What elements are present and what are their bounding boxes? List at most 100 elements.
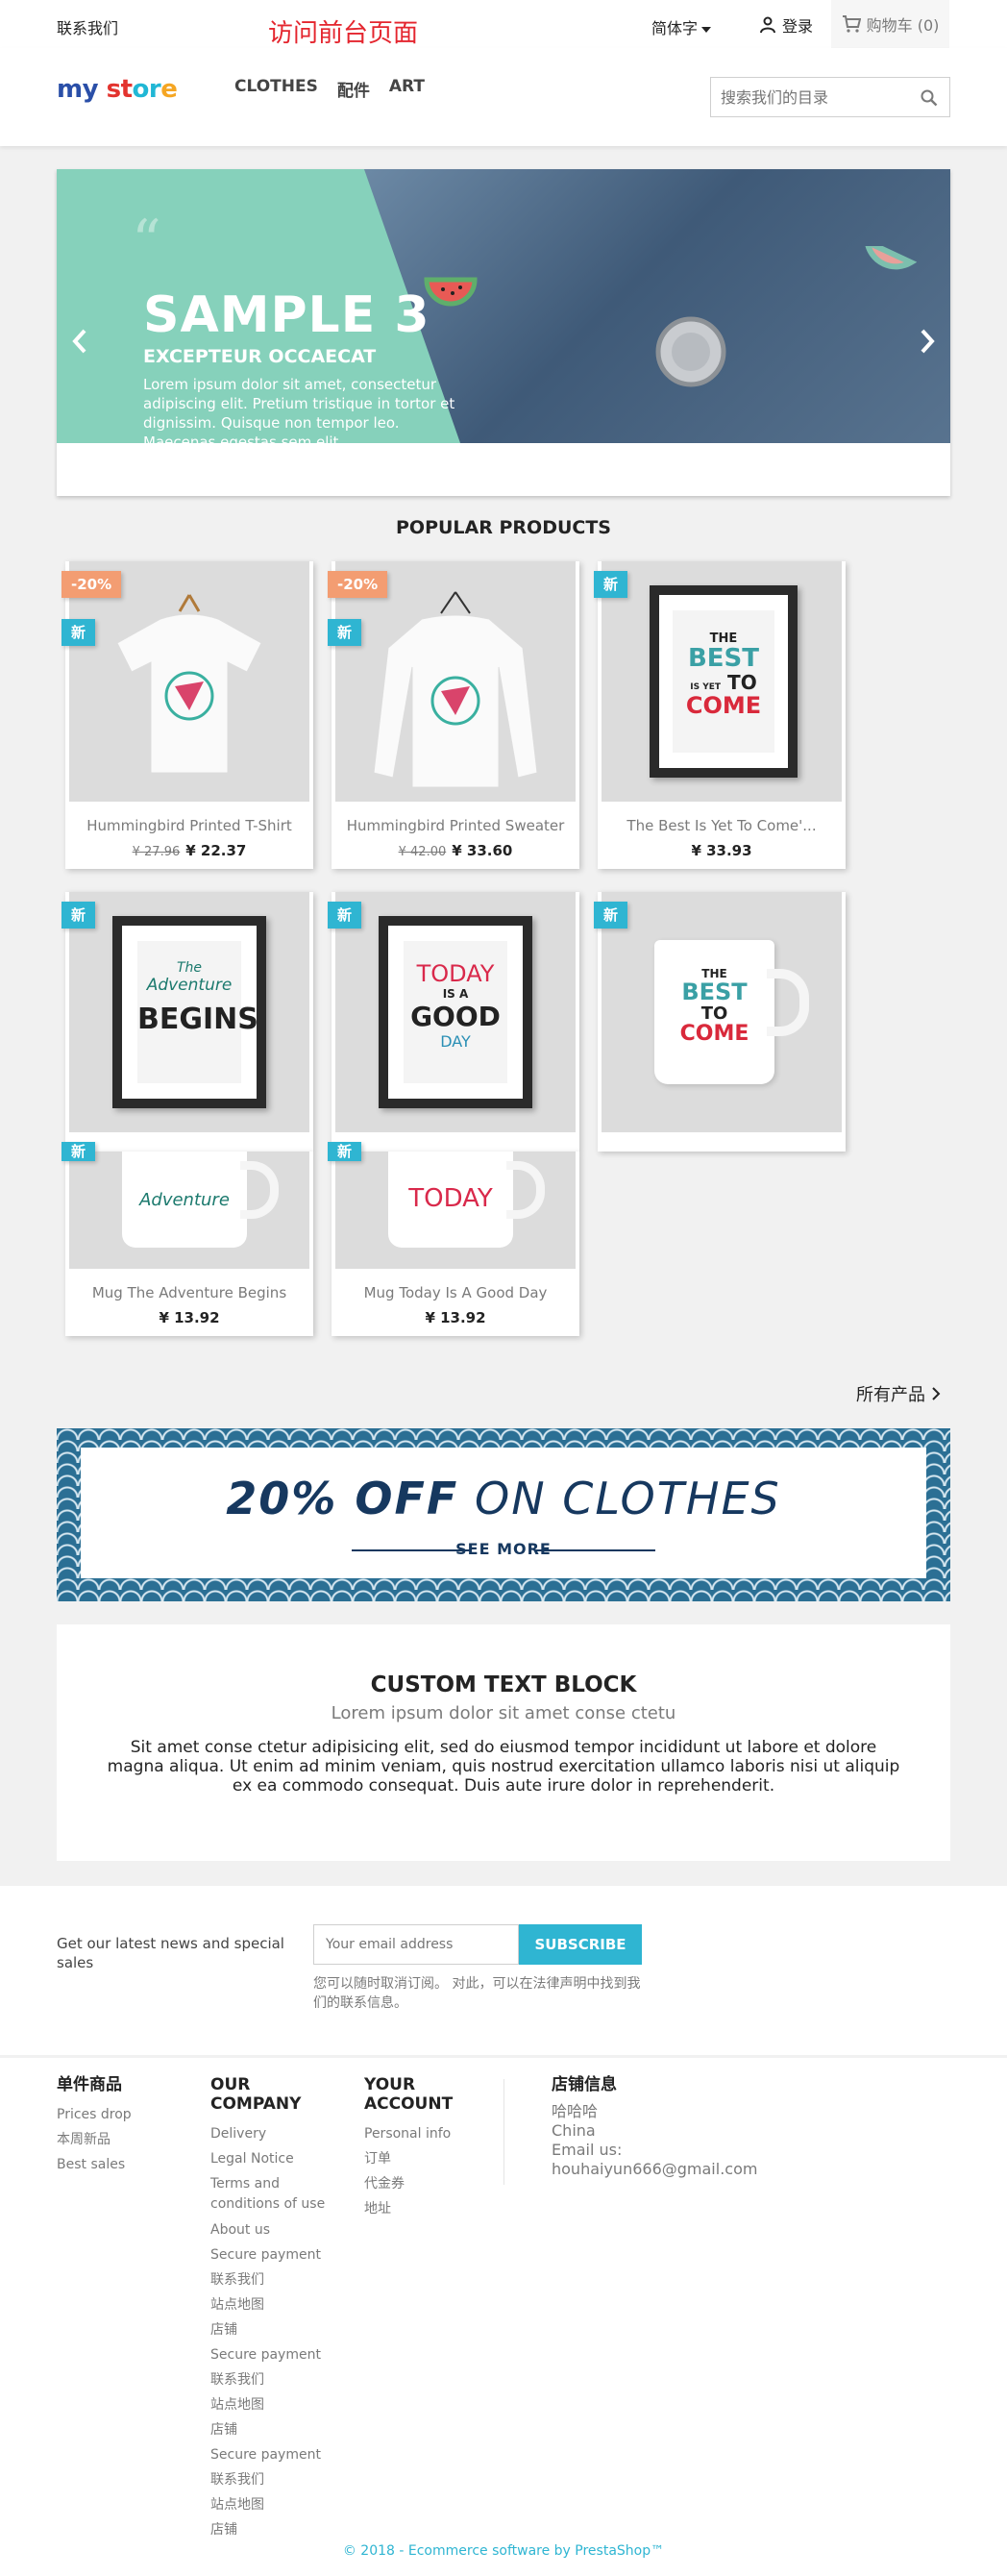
product-name[interactable]: Mug The Adventure Begins [65,1284,313,1301]
footer-link[interactable]: 站点地图 [210,2392,335,2417]
product-card[interactable]: THE BEST IS YET TO COME 新 The Best Is Ye… [594,561,846,869]
menu-item-accessories[interactable]: 配件 [337,77,370,101]
menu-item-clothes[interactable]: CLOTHES [234,77,318,101]
login-label: 登录 [782,17,814,36]
current-price: ¥ 33.93 [691,842,752,859]
newsletter: Get our latest news and special sales SU… [0,1886,1007,2055]
poster-line: TO [700,1003,728,1024]
newsletter-note: 您可以随时取消订阅。 对此，可以在法律声明中找到我们的联系信息。 [313,1976,641,2011]
overlay-title: 访问前台页面 [268,19,419,48]
login-link[interactable]: 登录 [759,13,813,37]
product-thumbnail[interactable]: THE BEST TO COME [602,892,842,1132]
email-field[interactable] [313,1924,519,1965]
product-name[interactable]: The Best Is Yet To Come'... [598,817,846,834]
footer-link[interactable]: Prices drop [57,2102,191,2127]
footer-link[interactable]: Secure payment [210,2442,335,2467]
store-logo[interactable]: my store [57,75,178,104]
product-name[interactable]: Mug Today Is A Good Day [332,1284,579,1301]
custom-block-title: CUSTOM TEXT BLOCK [370,1672,637,1697]
footer-link[interactable]: 联系我们 [210,2267,335,2292]
footer-column-title: OUR COMPANY [210,2075,302,2114]
product-thumbnail[interactable]: The Adventure BEGINS [69,892,309,1132]
new-badge: 新 [61,902,96,929]
product-price: ¥ 13.92 [65,1309,313,1326]
footer-link[interactable]: 订单 [364,2146,499,2171]
product-thumbnail[interactable]: Adventure [69,1152,309,1269]
product-card[interactable]: TODAY IS A GOOD DAY 新 [328,892,579,1152]
footer-link[interactable]: 店铺 [210,2517,335,2542]
contact-link[interactable]: 联系我们 [57,15,118,38]
chevron-right-icon [932,1387,941,1400]
poster-line: BEGINS [137,1003,258,1036]
footer-link[interactable]: Secure payment [210,2242,335,2267]
product-card[interactable]: -20% 新 Hummingbird Printed T-Shirt ¥ 27.… [61,561,313,869]
slide-title: SAMPLE 3 [143,286,430,344]
store-country: China [552,2121,596,2140]
mug-icon: Adventure [122,1152,247,1248]
footer-link[interactable]: 地址 [364,2196,499,2221]
footer-link[interactable]: Delivery [210,2121,335,2146]
footer-link[interactable]: 站点地图 [210,2492,335,2517]
logo-part-e: e [160,75,178,104]
subscribe-button[interactable]: SUBSCRIBE [519,1924,642,1965]
slide-subtitle: EXCEPTEUR OCCAECAT [143,346,377,367]
product-thumbnail[interactable]: THE BEST IS YET TO COME [602,561,842,802]
footer-link[interactable]: 联系我们 [210,2367,335,2392]
carousel-slide[interactable]: “ SAMPLE 3 EXCEPTEUR OCCAECAT Lorem ipsu… [57,169,950,443]
product-name[interactable]: Hummingbird Printed Sweater [332,817,579,834]
framed-poster-icon: The Adventure BEGINS [112,916,266,1108]
footer-link[interactable]: 店铺 [210,2317,335,2342]
language-selector[interactable]: 简体字 [651,15,712,38]
custom-text-block: CUSTOM TEXT BLOCK Lorem ipsum dolor sit … [57,1624,950,1861]
product-card[interactable]: Adventure 新 Mug The Adventure Begins ¥ 1… [61,1142,313,1336]
store-email-link[interactable]: houhaiyun666@gmail.com [552,2160,782,2179]
copyright-link[interactable]: © 2018 - Ecommerce software by PrestaSho… [0,2543,1007,2559]
product-card[interactable]: THE BEST TO COME 新 [594,892,846,1152]
footer-link[interactable]: 联系我们 [210,2467,335,2492]
new-badge: 新 [61,619,96,646]
poster-line: Adventure [146,976,233,995]
footer-link[interactable]: Best sales [57,2152,191,2177]
footer-link[interactable]: About us [210,2217,335,2242]
watermelon-pin-icon-2 [863,246,917,270]
discount-badge: -20% [61,571,122,598]
product-card[interactable]: TODAY 新 Mug Today Is A Good Day ¥ 13.92 [328,1142,579,1336]
product-name[interactable]: Hummingbird Printed T-Shirt [65,817,313,834]
carousel-prev-arrow-icon[interactable] [70,328,89,355]
current-price: ¥ 13.92 [425,1309,486,1326]
quote-mark-icon: “ [132,208,161,275]
product-card[interactable]: The Adventure BEGINS 新 [61,892,313,1152]
footer-link[interactable]: 代金券 [364,2171,499,2196]
store-name: 哈哈哈 [552,2102,599,2120]
product-thumbnail[interactable]: TODAY [335,1152,576,1269]
search-input[interactable] [711,78,903,116]
footer-link[interactable]: Personal info [364,2121,499,2146]
all-products-link[interactable]: 所有产品 [856,1381,941,1406]
product-thumbnail[interactable]: TODAY IS A GOOD DAY [335,892,576,1132]
see-more-label: SEE MORE [455,1540,552,1558]
footer-column-title: 店铺信息 [552,2075,617,2094]
cart-label: 购物车 (0) [866,16,940,35]
tshirt-icon [116,594,262,774]
footer-column-title: 单件商品 [57,2075,122,2094]
footer-link[interactable]: 店铺 [210,2417,335,2442]
menu-item-art[interactable]: ART [389,77,425,101]
footer-link[interactable]: Legal Notice [210,2146,335,2171]
footer-link[interactable]: 本周新品 [57,2127,191,2152]
footer: 单件商品 Prices drop 本周新品 Best sales OUR COM… [0,2055,1007,2576]
footer-link[interactable]: Terms and conditions of use [210,2171,335,2217]
search-icon[interactable] [921,89,938,107]
product-price: ¥ 27.96 ¥ 22.37 [65,842,313,859]
promo-banner[interactable]: 20% OFF ON CLOTHES SEE MORE [57,1428,950,1601]
poster-line: COME [685,692,762,719]
product-price: ¥ 42.00 ¥ 33.60 [332,842,579,859]
product-price: ¥ 13.92 [332,1309,579,1326]
poster-line: IS YET TO [690,671,757,694]
footer-link[interactable]: Secure payment [210,2342,335,2367]
mug-handle [506,1161,545,1219]
carousel-next-arrow-icon[interactable] [918,328,937,355]
poster-line: GOOD [410,1001,501,1032]
product-card[interactable]: -20% 新 Hummingbird Printed Sweater ¥ 42.… [328,561,579,869]
footer-link[interactable]: 站点地图 [210,2292,335,2317]
cart-button[interactable]: 购物车 (0) [831,0,949,48]
